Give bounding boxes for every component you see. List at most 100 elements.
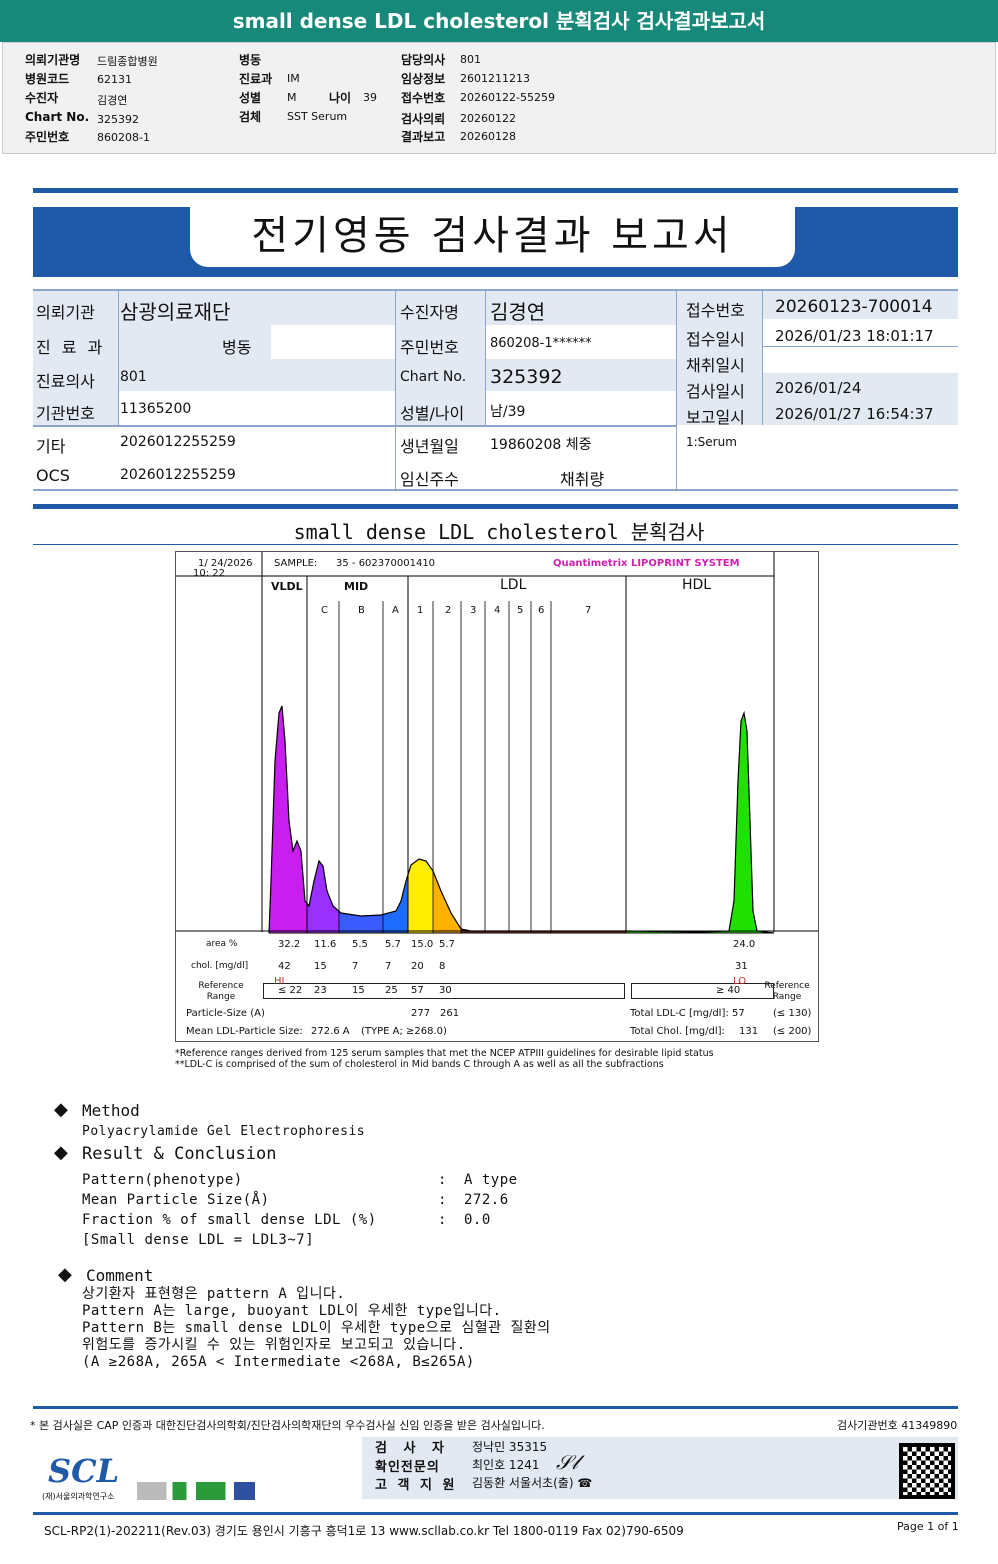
diamond-icon: ◆: [54, 1142, 68, 1163]
comment-title: Comment: [86, 1266, 154, 1285]
label: 검체: [239, 110, 262, 124]
chol-value: 7: [385, 961, 392, 972]
label: 확인전문의: [375, 1460, 440, 1475]
diamond-icon: ◆: [58, 1264, 72, 1285]
density-curve: [268, 705, 775, 934]
mean-size: 272.6 A: [311, 1026, 350, 1037]
result-label: Pattern(phenotype): [82, 1172, 243, 1188]
chol-value: 20: [411, 961, 424, 972]
result-label: Mean Particle Size(Å): [82, 1192, 270, 1208]
ref-value: 15: [352, 985, 365, 996]
rrn: 860208-1******: [490, 336, 592, 351]
label: 채취일시: [686, 356, 745, 375]
chol-value: 15: [314, 961, 327, 972]
band-area-1: [408, 859, 433, 933]
divider: [33, 544, 958, 545]
band-area-C: [307, 861, 339, 933]
comment-text: 상기환자 표현형은 pattern A 입니다. Pattern A는 larg…: [82, 1286, 551, 1371]
patient: 김경연: [97, 94, 128, 107]
divider: [33, 188, 958, 193]
row-label-mean: Mean LDL-Particle Size:: [186, 1026, 303, 1037]
divider: [33, 1406, 958, 1409]
test-date: 2026/01/24: [775, 379, 862, 397]
area-value: 5.7: [385, 939, 401, 950]
subband-label-2: 2: [445, 605, 452, 616]
label: 결과보고: [401, 130, 446, 144]
band-area-VLDL: [269, 706, 307, 933]
label: 나이: [329, 91, 352, 105]
method-text: Polyacrylamide Gel Electrophoresis: [82, 1124, 366, 1139]
result-rows: Pattern(phenotype): A type Mean Particle …: [82, 1170, 517, 1250]
label: 접수번호: [686, 301, 745, 320]
label: 성별: [239, 91, 262, 105]
label: 진료의사: [36, 372, 95, 391]
dept: IM: [287, 72, 300, 85]
report-time: 2026/01/27 16:54:37: [775, 405, 934, 423]
ward: 병동: [222, 338, 252, 357]
receipt: 20260122-55259: [460, 91, 555, 104]
label: 의뢰기관: [36, 303, 95, 322]
comment-line: Pattern A는 large, buoyant LDL이 우세한 type입…: [82, 1303, 502, 1319]
tester: 정낙민 35315: [472, 1440, 548, 1454]
band-area-A: [383, 874, 408, 933]
cert-note: * 본 검사실은 CAP 인증과 대한진단검사의학회/진단검사의학재단의 우수검…: [30, 1419, 545, 1432]
flag-hi: HI: [274, 976, 285, 987]
label: 검사의뢰: [401, 112, 446, 126]
area-value: 11.6: [314, 939, 337, 950]
result-title: Result & Conclusion: [82, 1144, 277, 1164]
label: 의뢰기관명: [25, 53, 81, 67]
row-label-psize: Particle-Size (A): [186, 1008, 265, 1019]
row-label-area: area %: [206, 939, 238, 949]
ocs: 2026012255259: [120, 467, 236, 483]
label: 검사일시: [686, 382, 745, 401]
colon: :: [438, 1192, 447, 1208]
subband-label-A: A: [392, 605, 399, 616]
colon: :: [438, 1172, 447, 1188]
accreditation-logos-icon: [137, 1482, 255, 1500]
result-note: [Small dense LDL = LDL3~7]: [82, 1232, 315, 1248]
inst-no: 11365200: [120, 401, 192, 417]
hdl-chol: 31: [735, 961, 748, 972]
divider: [33, 1512, 958, 1515]
total-chol: 131: [739, 1026, 759, 1037]
total-ldl-ref: (≤ 130): [773, 1008, 812, 1019]
chol-value: 8: [439, 961, 446, 972]
ref-value: 30: [439, 985, 452, 996]
footer-address: SCL-RP2(1)-202211(Rev.03) 경기도 용인시 기흥구 흥덕…: [44, 1524, 684, 1538]
hdl-area: 24.0: [733, 939, 756, 950]
subband-label-3: 3: [470, 605, 477, 616]
area-value: 5.5: [352, 939, 368, 950]
signature-icon: 𝒮𝓁: [556, 1450, 579, 1474]
footnote: **LDL-C is comprised of the sum of chole…: [175, 1059, 664, 1070]
support: 김동환 서울서초(출) ☎: [472, 1476, 593, 1490]
report-header-title: small dense LDL cholesterol 분획검사 검사결과보고서: [0, 0, 998, 42]
chart-no: 325392: [490, 366, 563, 388]
comment-line: (A ≥268A, 265A < Intermediate <268A, B≤2…: [82, 1354, 475, 1370]
label: 진 료 과: [36, 338, 106, 357]
psize-2: 261: [440, 1008, 460, 1019]
area-value: 32.2: [278, 939, 301, 950]
subband-label-5: 5: [517, 605, 524, 616]
label: Chart No.: [25, 110, 90, 124]
birth-weight: 19860208 체중: [490, 437, 592, 453]
doctor: 801: [120, 369, 147, 385]
mean-type: (TYPE A; ≥268.0): [361, 1026, 447, 1037]
band-area-B: [339, 911, 383, 933]
subband-label-B: B: [358, 605, 365, 616]
diamond-icon: ◆: [54, 1099, 68, 1120]
label: 진료과: [239, 72, 273, 86]
label: 기타: [36, 437, 66, 456]
total-chol-ref: (≤ 200): [773, 1026, 812, 1037]
scl-logo: SCL: [48, 1452, 120, 1490]
etc: 2026012255259: [120, 434, 236, 450]
label: 주민번호: [25, 130, 70, 144]
subband-label-1: 1: [417, 605, 424, 616]
colon: :: [438, 1212, 447, 1228]
label: 병동: [239, 53, 262, 67]
comment-line: Pattern B는 small dense LDL이 우세한 type으로 심…: [82, 1320, 551, 1336]
label: 접수번호: [401, 91, 446, 105]
qr-code-icon: [899, 1443, 955, 1499]
label: 검 사 자: [375, 1441, 450, 1456]
chol-value: 42: [278, 961, 291, 972]
receipt-no: 20260123-700014: [775, 297, 933, 317]
